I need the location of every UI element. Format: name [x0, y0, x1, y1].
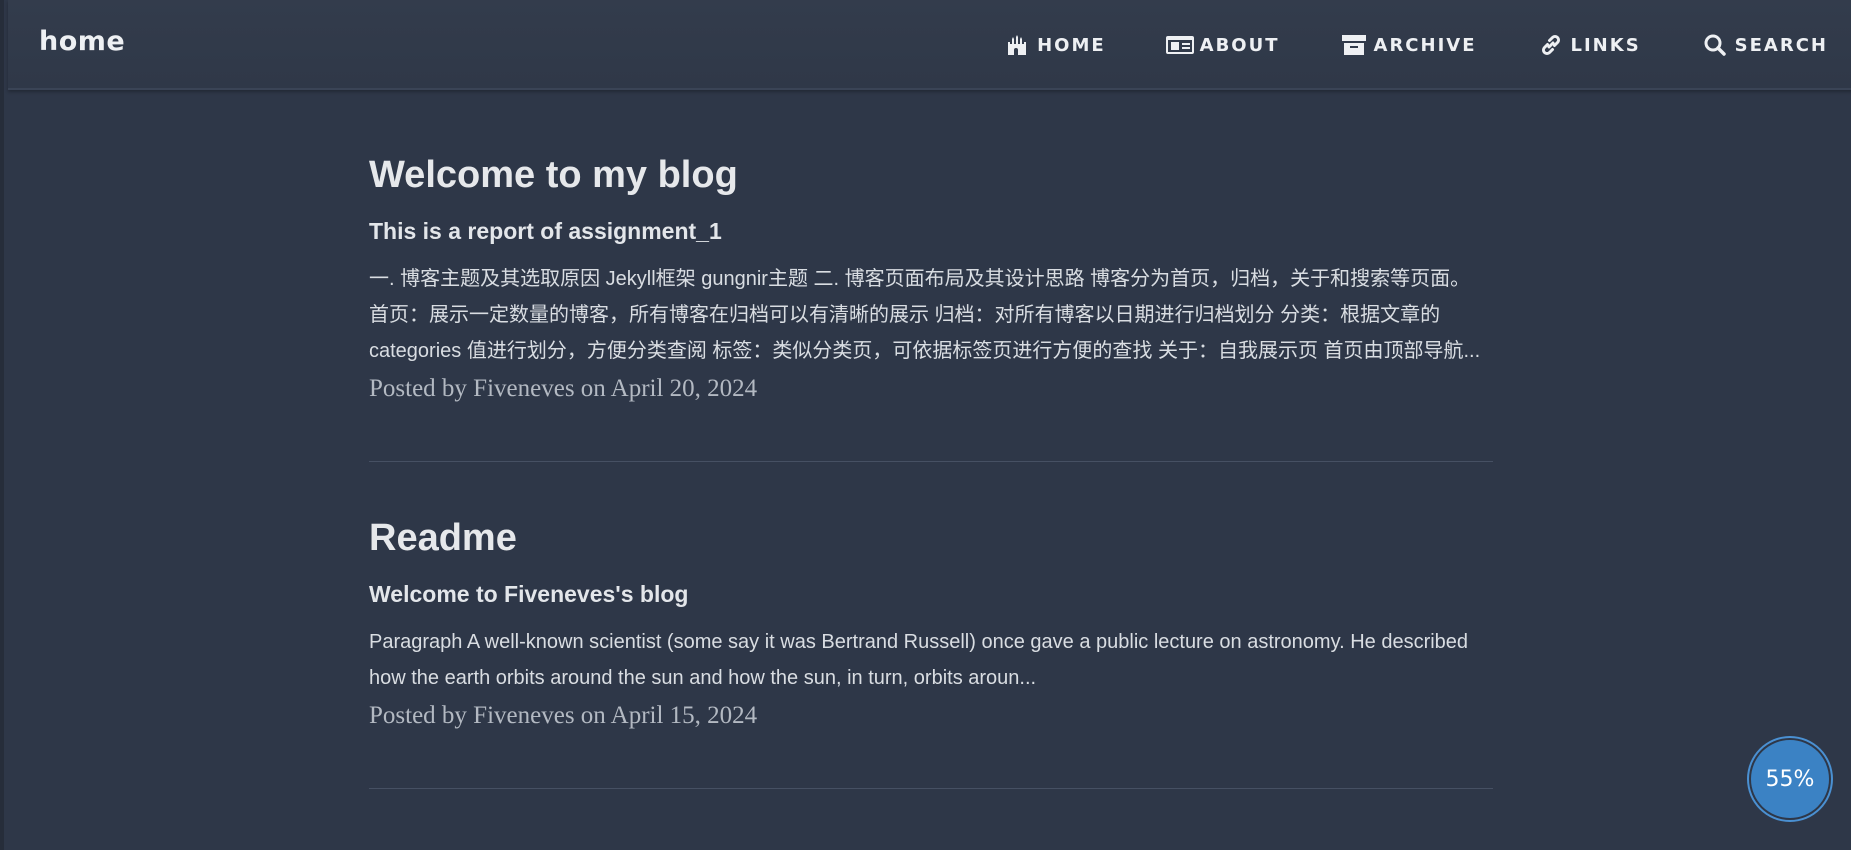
nav-home-label: HOME — [1037, 34, 1106, 56]
post-list: Welcome to my blog This is a report of a… — [369, 150, 1493, 840]
nav-links[interactable]: LINKS — [1537, 31, 1641, 59]
post-excerpt: Paragraph A well-known scientist (some s… — [369, 631, 1469, 689]
reading-progress-label: 55% — [1765, 766, 1815, 792]
post-title[interactable]: Welcome to my blog — [369, 150, 1493, 200]
page: home HOME ABOUT ARCHIVE LINKS SEARCH Wel… — [0, 0, 1851, 850]
navbar: home HOME ABOUT ARCHIVE LINKS SEARCH — [8, 0, 1851, 90]
post-subtitle: Welcome to Fiveneves's blog — [369, 581, 689, 607]
search-icon — [1701, 31, 1729, 59]
nav-home[interactable]: HOME — [1003, 31, 1106, 59]
nav-about[interactable]: ABOUT — [1165, 31, 1280, 59]
castle-icon — [1003, 31, 1031, 59]
nav-about-label: ABOUT — [1199, 34, 1280, 56]
nav-archive[interactable]: ARCHIVE — [1340, 31, 1477, 59]
post-excerpt: 一. 博客主题及其选取原因 Jekyll框架 gungnir主题 二. 博客页面… — [369, 268, 1481, 362]
nav-links-label: LINKS — [1570, 34, 1641, 56]
post-meta: Posted by Fiveneves on April 20, 2024 — [369, 375, 758, 402]
post-subtitle: This is a report of assignment_1 — [369, 218, 722, 244]
post-meta: Posted by Fiveneves on April 15, 2024 — [369, 702, 758, 729]
brand-link[interactable]: home — [39, 26, 125, 57]
post-preview: Readme Welcome to Fiveneves's blog Parag… — [369, 513, 1493, 789]
link-icon — [1537, 31, 1565, 59]
main-nav: HOME ABOUT ARCHIVE LINKS SEARCH — [943, 0, 1828, 90]
post-title[interactable]: Readme — [369, 513, 1493, 563]
nav-search[interactable]: SEARCH — [1701, 31, 1828, 59]
archive-icon — [1340, 31, 1368, 59]
id-card-icon — [1165, 31, 1194, 59]
nav-archive-label: ARCHIVE — [1373, 34, 1477, 56]
nav-search-label: SEARCH — [1734, 34, 1828, 56]
reading-progress-button[interactable]: 55% — [1751, 740, 1829, 818]
post-preview: Welcome to my blog This is a report of a… — [369, 150, 1493, 462]
